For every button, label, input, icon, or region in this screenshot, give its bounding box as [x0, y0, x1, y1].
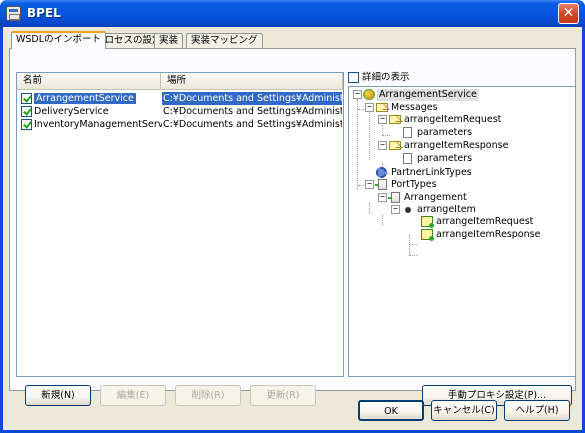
tab-panel: 名前 場所 ArrangementService C:¥Documents an… [9, 48, 576, 406]
list-item[interactable]: ArrangementService C:¥Documents and Sett… [18, 92, 342, 105]
tree-node-label: arrangeItemRequest [404, 114, 502, 125]
row-location: C:¥Documents and Settings¥Administra... [162, 92, 342, 105]
row-checkbox[interactable] [21, 119, 32, 130]
tree-connector [409, 255, 417, 256]
row-checkbox[interactable] [21, 106, 32, 117]
port-type-icon [375, 179, 387, 190]
wsdl-import-list[interactable]: 名前 場所 ArrangementService C:¥Documents an… [16, 72, 344, 377]
envelope-icon [376, 103, 388, 112]
tree-node-label: Messages [391, 102, 438, 113]
tree-node-label: PartnerLinkTypes [391, 167, 472, 178]
tree-node-label: parameters [417, 127, 473, 138]
envelope-icon [389, 141, 401, 150]
show-details-label: 詳細の表示 [362, 72, 410, 83]
output-message-icon [421, 229, 434, 241]
list-item[interactable]: DeliveryService C:¥Documents and Setting… [18, 105, 342, 118]
column-header-name[interactable]: 名前 [17, 73, 161, 89]
tree-connector [382, 125, 383, 135]
window-title: BPEL [27, 6, 61, 20]
port-type-icon [388, 192, 400, 203]
edit-button[interactable]: 編集(E) [100, 385, 166, 406]
cancel-button[interactable]: キャンセル(C) [431, 400, 497, 421]
tree-node-label: arrangeItemResponse [404, 140, 509, 151]
list-header: 名前 場所 [17, 73, 343, 90]
delete-button[interactable]: 削除(R) [175, 385, 241, 406]
expander-response[interactable]: − [378, 141, 387, 150]
wsdl-tree[interactable]: − − − − − − − ArrangementService Message… [348, 86, 576, 377]
tree-connector [369, 113, 370, 160]
ok-button[interactable]: OK [358, 400, 424, 421]
help-button[interactable]: ヘルプ(H) [504, 400, 570, 421]
dialog-client-area: WSDLのインポート プロセスの設定 実装 実装マッピング 名前 場所 Arra… [3, 27, 582, 430]
tree-connector [357, 99, 358, 189]
update-button[interactable]: 更新(R) [250, 385, 316, 406]
dialog-window: BPEL ✕ WSDLのインポート プロセスの設定 実装 実装マッピング 名前 … [0, 0, 585, 433]
tree-connector [369, 203, 370, 213]
operation-icon [405, 207, 411, 213]
row-name: ArrangementService [34, 93, 136, 104]
close-button[interactable]: ✕ [558, 3, 579, 24]
tree-node-label: parameters [417, 153, 473, 164]
expander-messages[interactable]: − [365, 103, 374, 112]
input-message-icon [421, 216, 434, 228]
row-name: InventoryManagementService [34, 119, 162, 130]
tree-connector [382, 215, 383, 225]
envelope-icon [389, 115, 401, 124]
show-details-checkbox[interactable] [348, 72, 359, 83]
partner-link-icon [376, 167, 387, 178]
tab-implementation[interactable]: 実装 [154, 33, 184, 48]
row-location: C:¥Documents and Settings¥Administra... [163, 119, 342, 130]
new-button[interactable]: 新規(N) [25, 385, 91, 406]
tree-connector [409, 244, 417, 245]
tab-wsdl-import[interactable]: WSDLのインポート [11, 31, 107, 49]
row-location: C:¥Documents and Settings¥Administra... [163, 106, 342, 117]
tree-connector [382, 135, 390, 136]
row-name-cell: ArrangementService [34, 92, 162, 105]
expander-porttypes[interactable]: − [365, 180, 374, 189]
document-icon [403, 153, 412, 164]
document-icon [403, 127, 412, 138]
row-name: DeliveryService [34, 106, 109, 117]
tree-node-label: arrangeItemRequest [436, 216, 534, 227]
title-bar[interactable]: BPEL ✕ [0, 0, 585, 27]
expander-operation[interactable]: − [391, 205, 400, 214]
tree-node-label: PortTypes [391, 179, 437, 190]
expander-root[interactable]: − [353, 90, 362, 99]
app-icon [6, 6, 21, 21]
row-name-cell: InventoryManagementService [34, 118, 162, 131]
tree-node-label: ArrangementService [377, 89, 479, 101]
tree-node-label: arrangeItem [417, 204, 476, 215]
tree-connector [409, 235, 410, 255]
expander-arrangement[interactable]: − [378, 193, 387, 202]
column-header-location[interactable]: 場所 [161, 73, 343, 89]
tree-node-label: arrangeItemResponse [436, 229, 541, 240]
row-checkbox[interactable] [21, 93, 32, 104]
row-name-cell: DeliveryService [34, 105, 162, 118]
tree-node-label: Arrangement [404, 192, 467, 203]
expander-request[interactable]: − [378, 115, 387, 124]
list-item[interactable]: InventoryManagementService C:¥Documents … [18, 118, 342, 131]
web-service-icon [363, 89, 375, 100]
tab-implementation-mapping[interactable]: 実装マッピング [186, 33, 263, 48]
